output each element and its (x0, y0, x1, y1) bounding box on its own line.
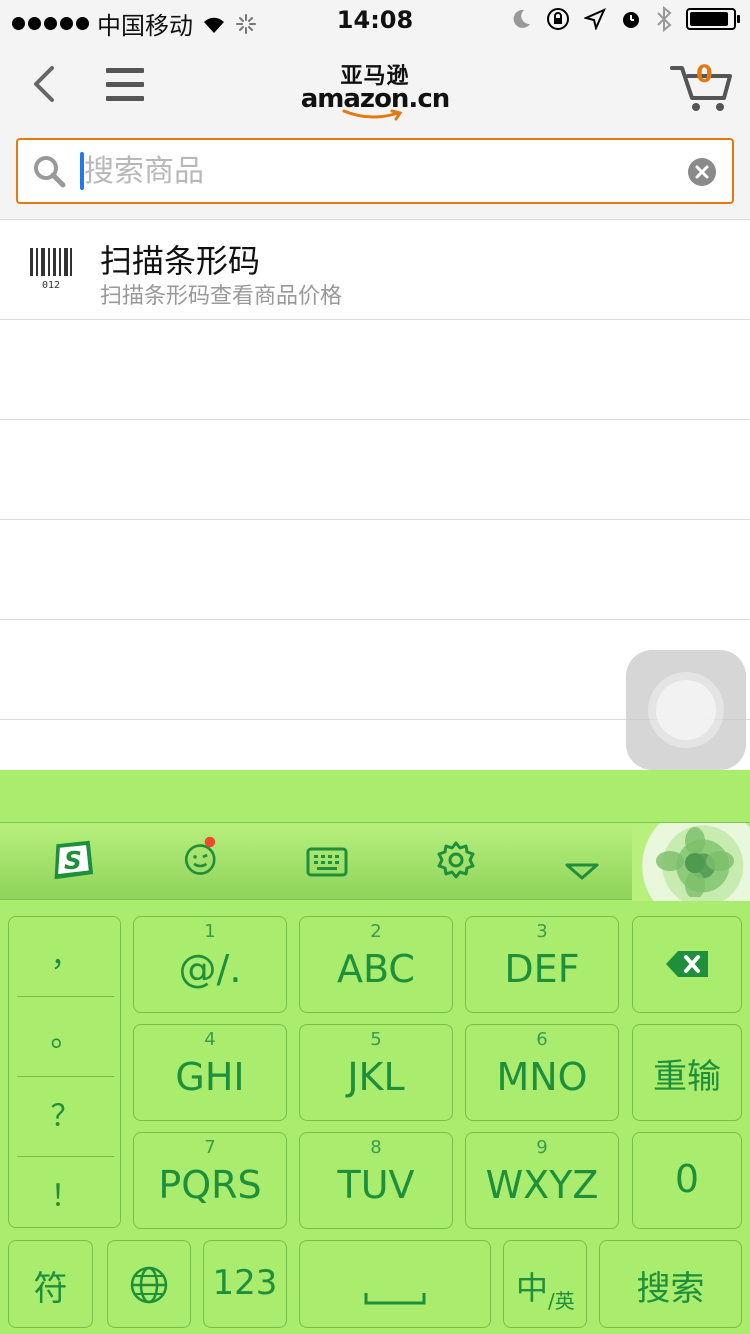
key-4[interactable]: 4 GHI (133, 1024, 287, 1121)
globe-icon (130, 1266, 168, 1304)
scan-barcode-item[interactable]: 012 扫描条形码 扫描条形码查看商品价格 (0, 220, 750, 320)
key-period[interactable]: 。 (17, 997, 114, 1077)
collapse-icon[interactable] (564, 851, 600, 893)
reinput-button[interactable]: 重输 (632, 1024, 742, 1121)
search-box[interactable] (16, 138, 734, 204)
assistive-touch-button[interactable] (626, 650, 746, 770)
rotation-lock-icon (547, 8, 569, 30)
key-2[interactable]: 2 ABC (299, 916, 453, 1013)
key-9[interactable]: 9 WXYZ (465, 1132, 619, 1229)
key-1[interactable]: 1 @/. (133, 916, 287, 1013)
lang-primary: 中 (516, 1269, 549, 1307)
search-icon (34, 156, 66, 188)
key-exclamation[interactable]: ！ (17, 1157, 114, 1237)
key-comma[interactable]: ， (17, 917, 114, 997)
keyboard-icon[interactable] (306, 841, 348, 883)
key-question[interactable]: ？ (17, 1077, 114, 1157)
scan-title: 扫描条形码 (100, 242, 261, 280)
punctuation-column: ， 。 ？ ！ (8, 916, 121, 1228)
list-item (0, 420, 750, 520)
amazon-logo[interactable]: 亚马逊 amazon.cn (300, 58, 450, 122)
key-7[interactable]: 7 PQRS (133, 1132, 287, 1229)
location-icon (584, 8, 606, 30)
ime-keyboard: S ， 。 ？ ！ 1 @/. 2 ABC 3 DEF 4 GHI 5 JKL … (0, 770, 750, 1334)
symbol-button[interactable]: 符 (8, 1240, 93, 1328)
bluetooth-icon (657, 6, 672, 32)
space-icon (364, 1293, 426, 1305)
key-5[interactable]: 5 JKL (299, 1024, 453, 1121)
clear-icon[interactable] (688, 158, 716, 186)
status-bar: 中国移动 14:08 (0, 0, 750, 40)
cart-count-badge: 0 (696, 60, 713, 88)
globe-button[interactable] (107, 1240, 191, 1328)
language-toggle-button[interactable]: 中 /英 (503, 1240, 587, 1328)
key-8[interactable]: 8 TUV (299, 1132, 453, 1229)
barcode-digits: 012 (42, 280, 60, 290)
list-item (0, 520, 750, 620)
battery-icon (686, 8, 740, 30)
alarm-icon (623, 12, 639, 28)
settings-icon[interactable] (436, 839, 476, 881)
menu-icon[interactable] (106, 68, 144, 110)
keyboard-toolbar: S (0, 822, 750, 901)
theme-succulent-image (632, 823, 750, 901)
space-bar[interactable] (299, 1240, 491, 1328)
svg-text:S: S (64, 846, 82, 875)
back-icon[interactable] (30, 64, 60, 104)
key-6[interactable]: 6 MNO (465, 1024, 619, 1121)
logo-english: amazon.cn (300, 84, 451, 114)
lang-secondary: /英 (548, 1289, 575, 1313)
numeric-mode-button[interactable]: 123 (203, 1240, 287, 1328)
key-3[interactable]: 3 DEF (465, 916, 619, 1013)
scan-subtitle: 扫描条形码查看商品价格 (100, 284, 343, 309)
search-key-button[interactable]: 搜索 (599, 1240, 742, 1328)
list-item (0, 320, 750, 420)
barcode-icon: 012 (30, 248, 72, 290)
search-input[interactable] (84, 150, 674, 192)
backspace-icon (666, 951, 708, 977)
key-0[interactable]: 0 (632, 1132, 742, 1229)
delete-button[interactable] (632, 916, 742, 1013)
emoji-icon[interactable] (180, 835, 224, 877)
do-not-disturb-icon (513, 9, 530, 28)
sogou-logo-icon[interactable]: S (46, 839, 100, 881)
